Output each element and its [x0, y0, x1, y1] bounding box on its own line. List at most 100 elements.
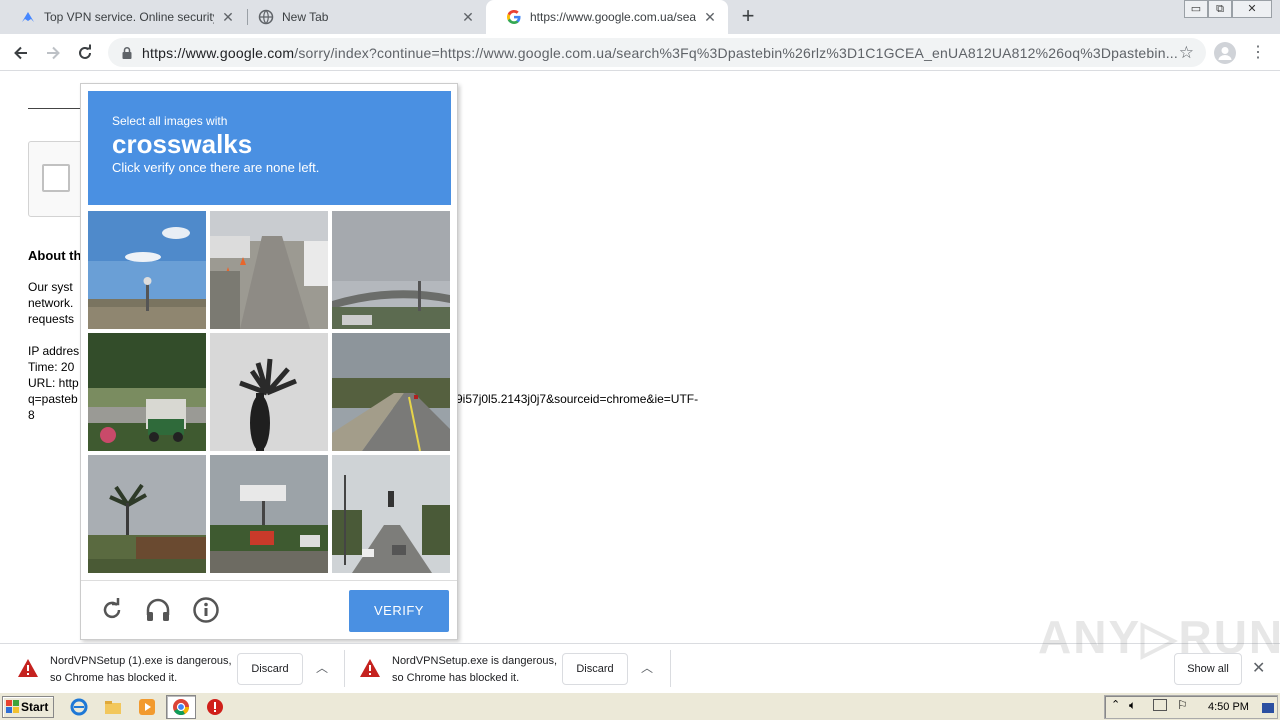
challenge-header: Select all images with crosswalks Click …: [88, 91, 451, 205]
reload-challenge-button[interactable]: [97, 595, 127, 625]
forward-button[interactable]: [40, 40, 66, 66]
image-tile[interactable]: [210, 333, 328, 451]
info-line: Time: 20: [28, 360, 75, 374]
info-line: network.: [28, 296, 74, 310]
address-bar[interactable]: https://www.google.com/sorry/index?conti…: [108, 38, 1206, 67]
audio-challenge-button[interactable]: [143, 595, 173, 625]
info-line: requests: [28, 312, 75, 326]
url-path: /sorry/index?continue=https://www.google…: [294, 44, 1178, 61]
reload-icon: [103, 598, 121, 619]
start-label: Start: [21, 700, 49, 714]
download-message-line: NordVPNSetup.exe is dangerous,: [392, 655, 558, 667]
chevron-up-icon[interactable]: ︿: [312, 658, 332, 678]
download-item[interactable]: NordVPNSetup (1).exe is dangerous, so Ch…: [0, 644, 344, 693]
show-desktop-icon[interactable]: [1262, 703, 1274, 713]
download-message: NordVPNSetup.exe is dangerous, so Chrome…: [392, 653, 557, 687]
close-shelf-icon[interactable]: ✕: [1252, 658, 1265, 678]
info-line: URL: http: [28, 376, 79, 390]
maximize-button[interactable]: ⧉: [1208, 0, 1232, 18]
windows-logo-icon: [6, 700, 19, 713]
chrome-icon: [173, 699, 190, 716]
volume-icon[interactable]: 🔈︎: [1129, 698, 1136, 713]
person-icon: [1218, 47, 1232, 60]
verify-button[interactable]: VERIFY: [349, 590, 449, 632]
back-button[interactable]: [8, 40, 34, 66]
close-tab-icon[interactable]: ✕: [702, 9, 718, 25]
info-line: IP addres: [28, 344, 80, 358]
start-button[interactable]: Start: [2, 696, 54, 718]
challenge-hint: Click verify once there are none left.: [112, 160, 320, 175]
chevron-up-icon[interactable]: ︿: [637, 658, 657, 678]
tab-title: New Tab: [282, 10, 329, 24]
recaptcha-checkbox[interactable]: [42, 164, 70, 192]
system-tray: ⌃ 🔈︎ ⚐: [1104, 695, 1278, 719]
about-heading: About th: [28, 248, 82, 263]
help-button[interactable]: [191, 595, 221, 625]
reload-icon: [79, 44, 91, 59]
captcha-challenge-dialog: Select all images with crosswalks Click …: [80, 83, 458, 640]
recaptcha-anchor: [28, 141, 88, 217]
info-line: 8: [28, 408, 35, 422]
profile-avatar[interactable]: [1214, 42, 1236, 64]
arrow-left-icon: [14, 46, 27, 60]
tab-nordvpn[interactable]: Top VPN service. Online security sta ✕: [0, 0, 246, 34]
image-tile[interactable]: [88, 211, 206, 329]
download-shelf: NordVPNSetup (1).exe is dangerous, so Ch…: [0, 611, 1280, 693]
image-tile[interactable]: [88, 333, 206, 451]
tab-title: https://www.google.com.ua/search: [530, 10, 696, 24]
folder-icon[interactable]: [104, 698, 122, 716]
minimize-button[interactable]: ▭: [1184, 0, 1208, 18]
close-tab-icon[interactable]: ✕: [220, 9, 236, 25]
challenge-target: crosswalks: [112, 129, 253, 159]
download-message-line: so Chrome has blocked it.: [50, 672, 178, 684]
image-tile[interactable]: [210, 455, 328, 573]
anyrun-watermark: ANY▷RUN: [1038, 611, 1280, 663]
show-all-button[interactable]: Show all: [1174, 653, 1242, 685]
image-tile[interactable]: [210, 211, 328, 329]
close-window-button[interactable]: ✕: [1232, 0, 1272, 18]
tab-google-search[interactable]: https://www.google.com.ua/search ✕: [486, 0, 728, 34]
lock-icon: [122, 46, 132, 59]
header-rule: [28, 108, 88, 109]
taskbar-chrome-button[interactable]: [166, 695, 196, 719]
image-tile[interactable]: [332, 333, 450, 451]
nordvpn-icon: [20, 9, 36, 25]
flag-icon[interactable]: ⚐: [1177, 698, 1188, 712]
info-line: q=pasteb: [28, 392, 78, 406]
tab-new-tab[interactable]: New Tab ✕: [238, 0, 486, 34]
bookmark-star-icon[interactable]: ☆: [1179, 43, 1194, 63]
image-tile[interactable]: [88, 455, 206, 573]
discard-button[interactable]: Discard: [562, 653, 628, 685]
download-message-line: so Chrome has blocked it.: [392, 672, 520, 684]
discard-button[interactable]: Discard: [237, 653, 303, 685]
close-tab-icon[interactable]: ✕: [460, 9, 476, 25]
url-domain: https://www.google.com: [142, 44, 295, 61]
tab-title: Top VPN service. Online security sta: [44, 10, 214, 24]
globe-icon: [258, 9, 274, 25]
reload-button[interactable]: [72, 40, 98, 66]
info-line: Our syst: [28, 280, 73, 294]
warning-icon: [18, 659, 38, 677]
download-divider: [670, 650, 671, 687]
image-tile[interactable]: [332, 211, 450, 329]
ie-icon[interactable]: [70, 698, 88, 716]
new-tab-button[interactable]: +: [734, 4, 762, 30]
image-tile[interactable]: [332, 455, 450, 573]
google-icon: [506, 9, 522, 25]
menu-kebab-icon[interactable]: ⋮: [1250, 42, 1266, 62]
download-message-line: NordVPNSetup (1).exe is dangerous,: [50, 655, 232, 667]
stop-icon[interactable]: [206, 698, 224, 716]
info-icon: [193, 597, 219, 623]
browser-toolbar: https://www.google.com/sorry/index?conti…: [0, 34, 1280, 71]
tray-expand-icon[interactable]: ⌃: [1111, 698, 1120, 711]
challenge-footer: VERIFY: [81, 580, 457, 640]
warning-icon: [360, 659, 380, 677]
download-message: NordVPNSetup (1).exe is dangerous, so Ch…: [50, 653, 232, 687]
tab-strip: Top VPN service. Online security sta ✕ N…: [0, 0, 1280, 34]
url-text: https://www.google.com/sorry/index?conti…: [142, 45, 1178, 61]
network-icon[interactable]: [1153, 699, 1167, 711]
media-player-icon[interactable]: [138, 698, 156, 716]
url-tail-text: 9i57j0l5.2143j0j7&sourceid=chrome&ie=UTF…: [456, 392, 699, 406]
arrow-right-icon: [47, 46, 60, 60]
download-item[interactable]: NordVPNSetup.exe is dangerous, so Chrome…: [342, 644, 670, 693]
